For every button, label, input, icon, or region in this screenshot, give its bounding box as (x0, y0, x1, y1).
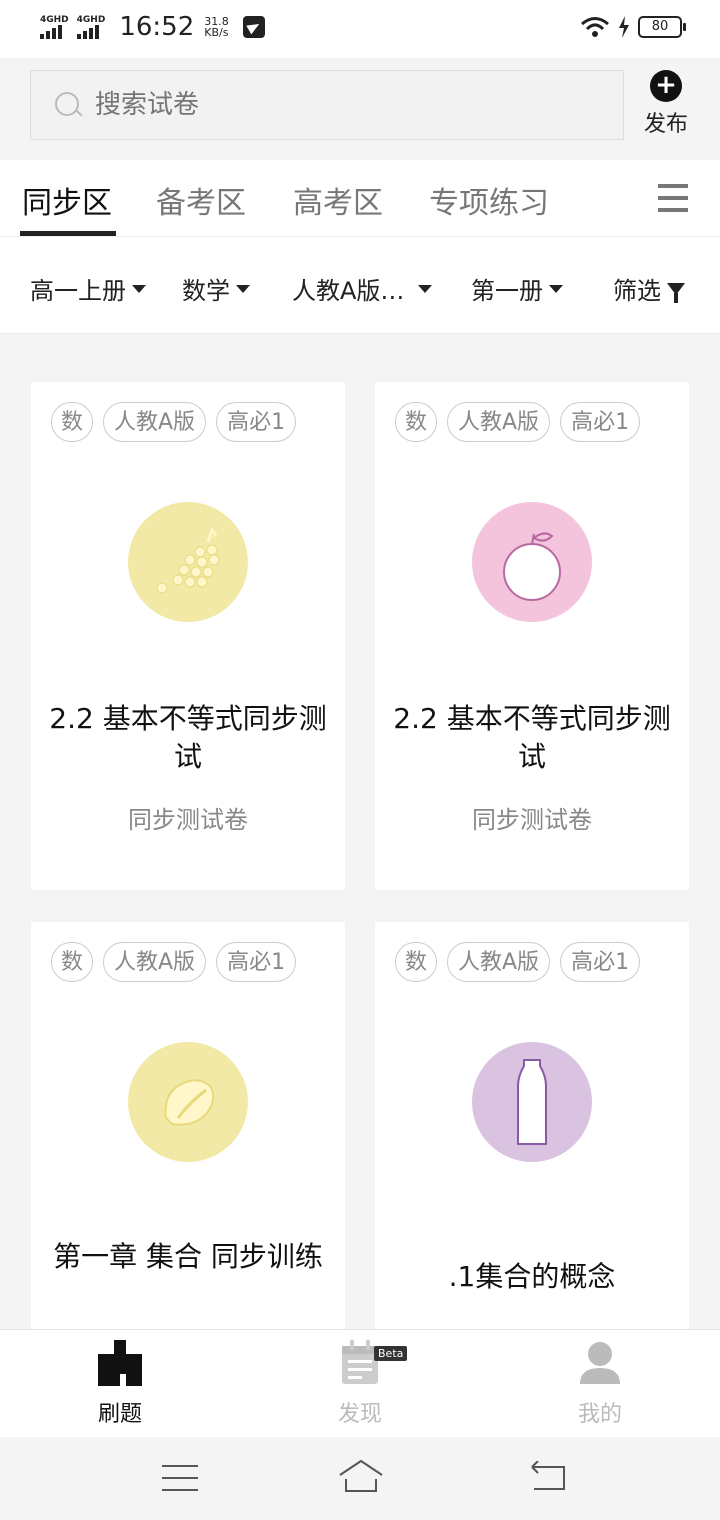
tab-bar: 同步区 备考区 高考区 专项练习 (0, 160, 720, 237)
tag-book: 高必1 (560, 402, 641, 442)
nav-me[interactable]: 我的 (540, 1340, 660, 1428)
nav-practice-label: 刷题 (97, 1402, 142, 1427)
brush-icon (98, 1340, 142, 1386)
tag-list: 数 人教A版 高必1 (395, 402, 641, 442)
tag-list: 数 人教A版 高必1 (51, 942, 297, 982)
filter-button-label: 筛选 (613, 277, 661, 305)
filter-subject-label: 数学 (182, 277, 230, 305)
signal-label: 4GHD (76, 15, 106, 25)
paper-card[interactable]: 数 人教A版 高必1 .1集合的概念 (375, 922, 689, 1329)
nav-discover[interactable]: Beta 发现 (300, 1340, 420, 1428)
tag-book: 高必1 (560, 942, 641, 982)
tag-book: 高必1 (216, 402, 297, 442)
card-subtitle: 同步测试卷 (472, 806, 592, 834)
filter-volume-label: 第一册 (471, 277, 543, 305)
tag-subject: 数 (395, 402, 437, 442)
nav-me-label: 我的 (577, 1402, 622, 1427)
battery-icon: 80 (638, 16, 686, 38)
card-title: 2.2 基本不等式同步测试 (49, 702, 327, 773)
back-icon[interactable] (530, 1461, 568, 1491)
tag-edition: 人教A版 (103, 402, 207, 442)
filter-grade[interactable]: 高一上册 (30, 271, 146, 306)
caret-down-icon (418, 284, 433, 293)
paper-card[interactable]: 数 人教A版 高必1 第一章 集合 同步训练 (31, 922, 345, 1329)
signal-icon: 4GHD (40, 15, 69, 39)
filter-edition[interactable]: 人教A版… (292, 271, 433, 306)
wifi-icon (581, 17, 609, 37)
active-tab-indicator (20, 231, 116, 236)
card-subtitle: 同步测试卷 (128, 806, 248, 834)
network-speed: 31.8 KB/s (204, 16, 229, 38)
filter-bar: 高一上册 数学 人教A版… 第一册 筛选 (0, 237, 720, 334)
menu-icon[interactable] (658, 184, 688, 220)
tag-list: 数 人教A版 高必1 (395, 942, 641, 982)
leaf-icon (128, 1042, 248, 1162)
apple-icon (472, 502, 592, 622)
grapes-icon (128, 502, 248, 622)
status-bar: 4GHD 4GHD 16:52 31.8 KB/s 80 (0, 0, 720, 58)
filter-button[interactable]: 筛选 (613, 271, 685, 306)
search-input[interactable] (93, 89, 557, 121)
tab-gaokao[interactable]: 高考区 (293, 178, 383, 222)
speed-unit: KB/s (204, 26, 229, 39)
tag-subject: 数 (395, 942, 437, 982)
filter-edition-label: 人教A版… (292, 277, 405, 305)
signal-icon: 4GHD (76, 15, 106, 39)
signal-label: 4GHD (40, 15, 69, 25)
search-icon (55, 92, 81, 118)
beta-badge: Beta (374, 1346, 408, 1361)
tag-subject: 数 (51, 402, 93, 442)
tag-book: 高必1 (216, 942, 297, 982)
plus-icon: + (650, 70, 682, 102)
tag-edition: 人教A版 (447, 942, 551, 982)
recent-apps-icon[interactable] (162, 1465, 198, 1493)
filter-grade-label: 高一上册 (30, 277, 126, 305)
funnel-icon (667, 282, 685, 303)
bottom-nav: 刷题 Beta 发现 我的 (0, 1329, 720, 1438)
paper-card[interactable]: 数 人教A版 高必1 2.2 基本不等式同步测试 同步测试卷 (375, 382, 689, 890)
tab-sync[interactable]: 同步区 (22, 178, 112, 222)
caret-down-icon (132, 284, 146, 293)
card-title: 2.2 基本不等式同步测试 (393, 702, 671, 773)
status-time: 16:52 (119, 12, 195, 42)
system-nav-bar (0, 1437, 720, 1520)
tag-list: 数 人教A版 高必1 (51, 402, 297, 442)
tag-edition: 人教A版 (447, 402, 551, 442)
home-icon[interactable] (338, 1459, 384, 1493)
search-bar[interactable] (30, 70, 624, 140)
caret-down-icon (236, 284, 250, 293)
filter-subject[interactable]: 数学 (182, 271, 250, 306)
paper-card[interactable]: 数 人教A版 高必1 2.2 基本不等式同步测试 同步测试卷 (31, 382, 345, 890)
card-title: 第一章 集合 同步训练 (53, 1240, 323, 1273)
tag-subject: 数 (51, 942, 93, 982)
card-title: .1集合的概念 (448, 1260, 616, 1293)
user-icon (580, 1342, 620, 1384)
tag-edition: 人教A版 (103, 942, 207, 982)
tab-exam-prep[interactable]: 备考区 (156, 178, 246, 222)
filter-volume[interactable]: 第一册 (471, 271, 563, 306)
tab-special-practice[interactable]: 专项练习 (429, 178, 549, 222)
caret-down-icon (549, 284, 563, 293)
nav-practice[interactable]: 刷题 (60, 1340, 180, 1428)
publish-button[interactable]: + 发布 (638, 70, 694, 138)
telegram-icon (242, 16, 265, 38)
charging-icon (619, 16, 629, 38)
nav-discover-label: 发现 (337, 1402, 382, 1427)
publish-label: 发布 (643, 112, 688, 137)
bottle-icon (472, 1042, 592, 1162)
